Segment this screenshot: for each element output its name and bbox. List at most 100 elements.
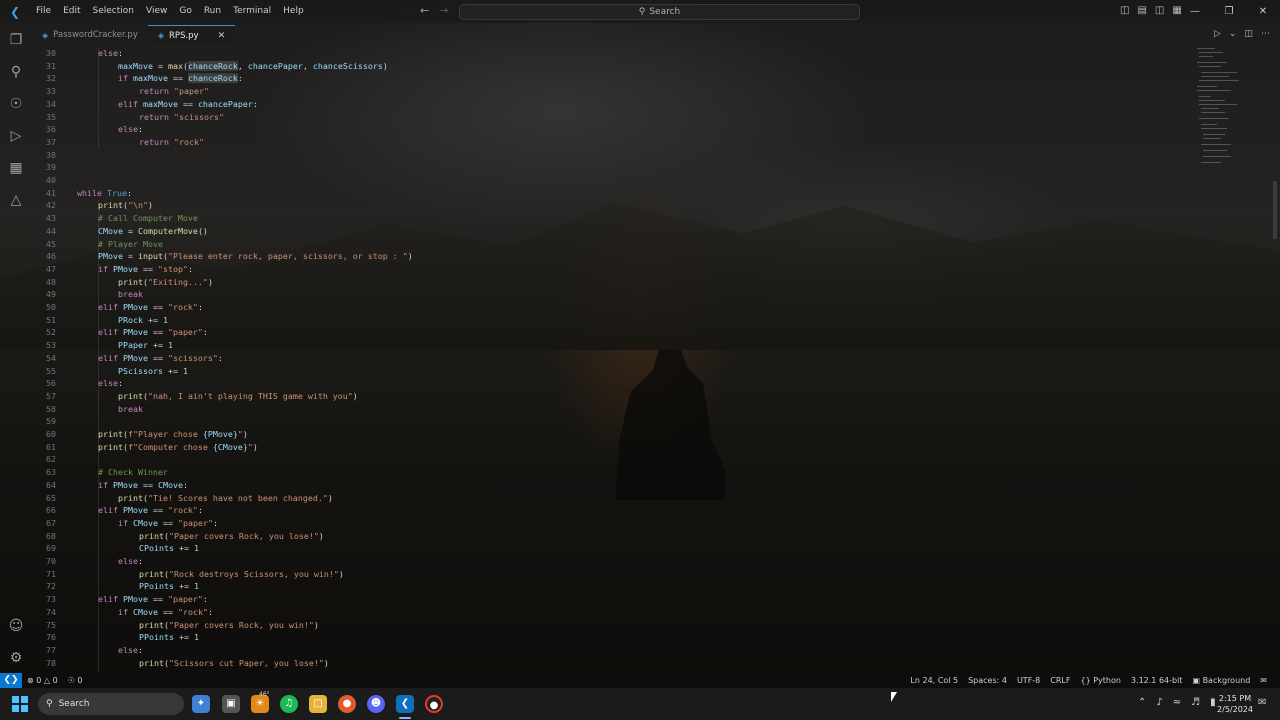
menu-terminal[interactable]: Terminal [227,0,277,23]
code-line: 58 break [46,403,143,414]
active-app-indicator [399,717,411,719]
back-arrow-icon[interactable]: ← [420,4,429,17]
chevron-down-icon[interactable]: ⌄ [1229,29,1237,39]
end-of-line[interactable]: CRLF [1045,673,1075,688]
toggle-primary-sidebar-icon[interactable]: ◫ [1120,5,1129,16]
gear-icon[interactable]: ⚙ [7,649,25,667]
taskbar-search-label: Search [58,699,90,709]
firefox-icon[interactable]: ● [338,695,356,713]
menu-selection[interactable]: Selection [87,0,140,23]
code-editor[interactable]: 30 else: 31 maxMove = max(chanceRock, chan… [32,47,1192,673]
code-line: 75 print("Paper covers Rock, you win!") [46,619,319,630]
menu-edit[interactable]: Edit [57,0,86,23]
command-center-search[interactable]: ⚲ Search [459,4,860,20]
run-file-icon[interactable]: ▷ [1214,29,1221,39]
code-line: 55 PScissors += 1 [46,365,188,376]
code-line: 74 if CMove == "rock": [46,606,213,617]
code-line: 37 return "rock" [46,136,204,147]
toggle-secondary-sidebar-icon[interactable]: ◫ [1155,5,1164,16]
code-line: 70 else: [46,556,143,566]
weather-temperature: 46° [259,691,270,698]
python-file-icon: ◈ [157,31,165,40]
code-line: 47 if PMove == "stop": [46,263,193,274]
run-debug-icon[interactable]: ▷ [7,127,25,145]
menu-file[interactable]: File [30,0,57,23]
discord-icon[interactable]: ☻ [367,695,385,713]
code-line: 33 return "paper" [46,86,209,97]
microphone-icon[interactable]: ♪ [1156,697,1162,708]
volume-icon[interactable]: ♬ [1191,697,1200,708]
account-icon[interactable]: ☺ [7,617,25,635]
code-line: 51 PRock += 1 [46,314,168,325]
split-editor-icon[interactable]: ◫ [1244,29,1253,39]
indentation[interactable]: Spaces: 4 [963,673,1012,688]
search-icon: ⚲ [638,7,646,17]
menu-go[interactable]: Go [173,0,197,23]
python-interpreter[interactable]: 3.12.1 64-bit [1126,673,1188,688]
code-line: 38 [46,149,56,160]
code-line: 48 print("Exiting...") [46,276,213,287]
extensions-icon[interactable]: ▦ [7,159,25,177]
close-tab-icon[interactable]: ✕ [218,31,226,41]
menu-run[interactable]: Run [198,0,227,23]
file-explorer-icon[interactable]: □ [309,695,327,713]
title-bar: ❮ File Edit Selection View Go Run Termin… [0,0,1280,23]
braces-icon: {} [1080,676,1091,685]
restore-button[interactable]: ❐ [1212,0,1246,23]
status-bar-right: Ln 24, Col 5 Spaces: 4 UTF-8 CRLF {} Pyt… [905,673,1272,688]
code-line: 50 elif PMove == "rock": [46,302,203,312]
code-line: 43 # Call Computer Move [46,213,198,224]
vscode-window: ❮ File Edit Selection View Go Run Termin… [0,0,1280,720]
code-line: 32 if maxMove == chanceRock: [46,73,243,84]
task-view-icon[interactable]: ▣ [222,695,240,713]
background-extension[interactable]: ▣ Background [1187,673,1255,688]
tab-password-cracker[interactable]: ◈ PasswordCracker.py [32,25,148,45]
problems-indicator[interactable]: ⊗ 0 △ 0 [22,673,63,688]
toggle-panel-icon[interactable]: ▤ [1137,5,1146,16]
spotify-icon[interactable]: ♫ [280,695,298,713]
close-window-button[interactable]: ✕ [1246,0,1280,23]
windows-start-icon[interactable] [12,696,28,712]
code-line: 53 PPaper += 1 [46,340,173,351]
tab-rps[interactable]: ◈ RPS.py ✕ [147,25,236,45]
vertical-scrollbar[interactable] [1271,46,1280,673]
mouse-cursor-icon [891,692,897,702]
system-tray: ⌃ ♪ ≈ ♬ ▮ [1138,697,1216,708]
minimap[interactable] [1195,46,1265,176]
notification-bell-icon[interactable]: ✉ [1258,697,1266,708]
scrollbar-thumb[interactable] [1273,181,1277,239]
code-line: 39 [46,162,56,173]
vscode-taskbar-icon[interactable]: ❮ [396,695,414,713]
source-control-icon[interactable]: ☉ [7,95,25,113]
code-line: 44 CMove = ComputerMove() [46,225,208,236]
code-line: 56 else: [46,378,123,389]
beaker-icon[interactable]: △ [7,191,25,209]
encoding[interactable]: UTF-8 [1012,673,1045,688]
code-line: 64 if PMove == CMove: [46,479,188,490]
code-line: 41 while True: [46,187,132,198]
taskbar-search[interactable]: ⚲ Search [38,693,184,715]
minimize-button[interactable]: — [1178,0,1212,23]
code-line: 40 [46,175,56,185]
more-actions-icon[interactable]: ⋯ [1261,29,1270,39]
ports-indicator[interactable]: ☉ 0 [63,673,88,688]
taskbar-clock[interactable]: 2:15 PM 2/5/2024 [1212,693,1258,715]
menu-bar: File Edit Selection View Go Run Terminal… [30,0,310,23]
notifications-icon[interactable]: ✉ [1255,673,1272,688]
files-icon[interactable]: ❐ [7,31,25,49]
copilot-icon[interactable]: ✦ [192,695,210,713]
wifi-icon[interactable]: ≈ [1173,697,1181,708]
code-line: 57 print("nah, I ain't playing THIS game … [46,390,358,401]
search-icon[interactable]: ⚲ [7,63,25,81]
language-mode[interactable]: {} Python [1075,673,1125,688]
code-line: 36 else: [46,124,143,135]
chevron-up-icon[interactable]: ⌃ [1138,697,1146,708]
forward-arrow-icon[interactable]: → [439,4,448,17]
menu-view[interactable]: View [140,0,173,23]
code-line: 67 if CMove == "paper": [46,517,218,528]
obs-icon[interactable]: ● [425,695,443,713]
remote-indicator-icon[interactable]: ❮❯ [0,673,22,688]
menu-help[interactable]: Help [277,0,310,23]
cursor-position[interactable]: Ln 24, Col 5 [905,673,963,688]
code-line: 52 elif PMove == "paper": [46,327,208,338]
